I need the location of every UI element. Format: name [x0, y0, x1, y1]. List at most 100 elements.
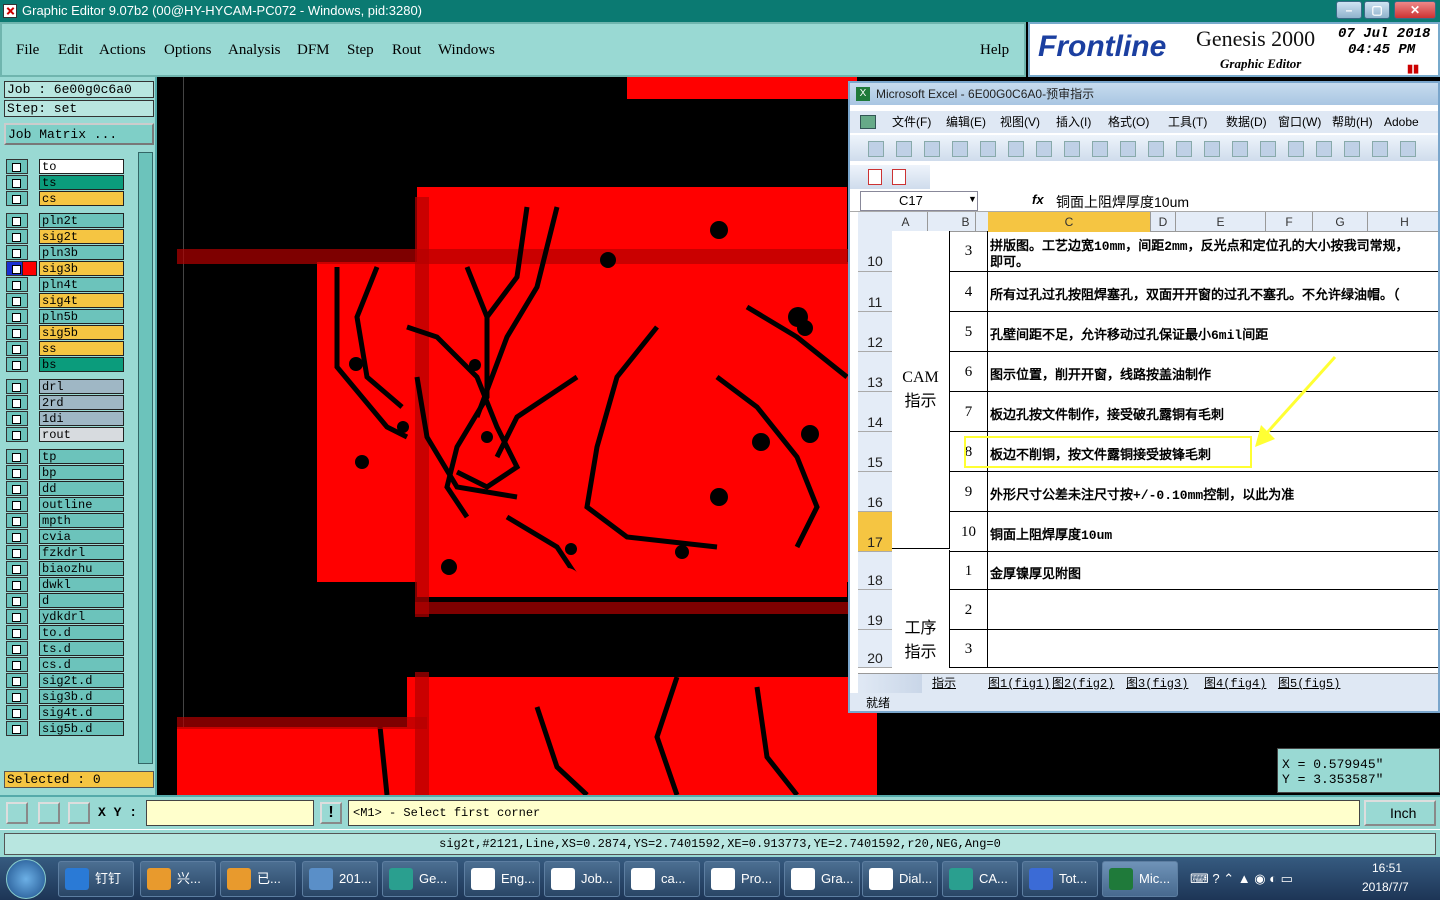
- item-number[interactable]: 1: [950, 552, 988, 590]
- layer-name[interactable]: rout: [39, 427, 124, 442]
- layer-name[interactable]: sig2t: [39, 229, 124, 244]
- layer-checkbox[interactable]: [6, 159, 28, 174]
- layer-checkbox[interactable]: [6, 229, 28, 244]
- layer-checkbox[interactable]: [6, 689, 28, 704]
- layer-name[interactable]: pln5b: [39, 309, 124, 324]
- sheet-tab[interactable]: 图4(fig4): [1204, 674, 1266, 694]
- layer-name[interactable]: ss: [39, 341, 124, 356]
- units-select[interactable]: Inch: [1364, 800, 1436, 826]
- layer-checkbox[interactable]: [6, 609, 28, 624]
- layer-checkbox[interactable]: [6, 449, 28, 464]
- row-header[interactable]: 14: [858, 392, 892, 432]
- layer-row[interactable]: tp: [6, 449, 124, 464]
- layer-checkbox[interactable]: [6, 545, 28, 560]
- layer-name[interactable]: to: [39, 159, 124, 174]
- job-matrix-button[interactable]: Job Matrix ...: [4, 123, 154, 145]
- layer-row[interactable]: sig5b: [6, 325, 124, 340]
- item-number[interactable]: 7: [950, 392, 988, 432]
- instruction-text[interactable]: 外形尺寸公差未注尺寸按+/-0.10mm控制，以此为准: [990, 484, 1294, 503]
- taskbar-app[interactable]: 已...: [220, 861, 296, 897]
- instruction-text[interactable]: 所有过孔过孔按阻焊塞孔，双面开开窗的过孔不塞孔。不允许绿油帽。（: [990, 284, 1400, 303]
- pdf-settings-icon[interactable]: [892, 169, 906, 185]
- column-header[interactable]: F: [1266, 212, 1313, 232]
- layer-checkbox[interactable]: [6, 513, 28, 528]
- table-row[interactable]: 1 金厚镍厚见附图: [950, 552, 1438, 590]
- item-number[interactable]: 6: [950, 352, 988, 392]
- layer-row[interactable]: biaozhu: [6, 561, 124, 576]
- layer-checkbox[interactable]: [6, 529, 28, 544]
- zoom-fit-icon[interactable]: [6, 802, 28, 824]
- grid-icon[interactable]: [68, 802, 90, 824]
- new-icon[interactable]: [868, 141, 884, 157]
- layer-checkbox[interactable]: [6, 411, 28, 426]
- redo-icon[interactable]: [1232, 141, 1248, 157]
- layer-name[interactable]: fzkdrl: [39, 545, 124, 560]
- menu-edit[interactable]: Edit: [58, 42, 83, 59]
- column-header[interactable]: H: [1368, 212, 1438, 232]
- layer-name[interactable]: tp: [39, 449, 124, 464]
- layer-checkbox[interactable]: [6, 357, 28, 372]
- sort-desc-icon[interactable]: [1344, 141, 1360, 157]
- sheet-tab[interactable]: 图3(fig3): [1126, 674, 1188, 694]
- drawing-icon[interactable]: [1400, 141, 1416, 157]
- table-row[interactable]: 3: [950, 630, 1438, 668]
- layer-checkbox[interactable]: [6, 309, 28, 324]
- layer-name[interactable]: pln4t: [39, 277, 124, 292]
- table-row[interactable]: 2: [950, 590, 1438, 630]
- table-row[interactable]: 7 板边孔按文件制作，接受破孔露铜有毛刺: [950, 392, 1438, 432]
- layer-name[interactable]: bs: [39, 357, 124, 372]
- taskbar-app[interactable]: Job...: [544, 861, 620, 897]
- layer-row[interactable]: 1di: [6, 411, 124, 426]
- layer-checkbox[interactable]: [6, 175, 28, 190]
- permission-icon[interactable]: [952, 141, 968, 157]
- layer-checkbox[interactable]: [6, 577, 28, 592]
- taskbar-app[interactable]: 201...: [302, 861, 378, 897]
- layer-name[interactable]: sig3b: [39, 261, 124, 276]
- sheet-tab[interactable]: 图1(fig1): [988, 674, 1050, 694]
- instruction-text[interactable]: 拼版图。工艺边宽10mm，间距2mm，反光点和定位孔的大小按我司常规，: [990, 235, 1409, 254]
- layer-checkbox[interactable]: [6, 593, 28, 608]
- row-header[interactable]: 10: [858, 231, 892, 272]
- layer-checkbox[interactable]: [6, 625, 28, 640]
- layer-row[interactable]: pln5b: [6, 309, 124, 324]
- xy-input[interactable]: [146, 800, 314, 826]
- layer-checkbox[interactable]: [6, 497, 28, 512]
- layer-name[interactable]: to.d: [39, 625, 124, 640]
- menu-help[interactable]: Help: [980, 42, 1009, 59]
- layer-row[interactable]: bs: [6, 357, 124, 372]
- layer-row[interactable]: dwkl: [6, 577, 124, 592]
- layer-name[interactable]: pln3b: [39, 245, 124, 260]
- layer-row[interactable]: sig2t.d: [6, 673, 124, 688]
- layer-row[interactable]: cs.d: [6, 657, 124, 672]
- excel-menu-item[interactable]: 视图(V): [1000, 111, 1040, 133]
- layer-row[interactable]: pln4t: [6, 277, 124, 292]
- layer-name[interactable]: mpth: [39, 513, 124, 528]
- cut-icon[interactable]: [1092, 141, 1108, 157]
- layer-checkbox[interactable]: [6, 213, 28, 228]
- excel-menu-item[interactable]: 文件(F): [892, 111, 931, 133]
- group-cam-label[interactable]: CAM 指示: [892, 231, 950, 549]
- layer-checkbox[interactable]: [6, 245, 28, 260]
- taskbar-app[interactable]: Mic...: [1102, 861, 1178, 897]
- layer-checkbox[interactable]: [6, 191, 28, 206]
- layer-name[interactable]: sig3b.d: [39, 689, 124, 704]
- instruction-text[interactable]: 图示位置，削开开窗，线路按盖油制作: [990, 364, 1211, 383]
- menu-options[interactable]: Options: [164, 42, 212, 59]
- tray-icons[interactable]: ⌨ ? ⌃ ▲ ◉ ◐ ▭: [1190, 871, 1293, 887]
- taskbar-app[interactable]: 钉钉: [58, 861, 134, 897]
- format-painter-icon[interactable]: [1176, 141, 1192, 157]
- taskbar-app[interactable]: Gra...: [784, 861, 860, 897]
- column-header[interactable]: G: [1313, 212, 1368, 232]
- layer-scrollbar[interactable]: [138, 152, 153, 764]
- layer-checkbox[interactable]: [6, 705, 28, 720]
- minimize-button[interactable]: –: [1336, 1, 1362, 19]
- table-row[interactable]: 3 拼版图。工艺边宽10mm，间距2mm，反光点和定位孔的大小按我司常规， 即可。: [950, 231, 1438, 272]
- layer-row[interactable]: sig3b.d: [6, 689, 124, 704]
- layer-name[interactable]: outline: [39, 497, 124, 512]
- instruction-text-continued[interactable]: 即可。: [990, 251, 1029, 270]
- menu-file[interactable]: File: [16, 42, 39, 59]
- layer-row[interactable]: sig2t: [6, 229, 124, 244]
- layer-name[interactable]: 1di: [39, 411, 124, 426]
- name-box-dropdown-icon[interactable]: ▼: [968, 194, 977, 204]
- layer-row[interactable]: sig4t.d: [6, 705, 124, 720]
